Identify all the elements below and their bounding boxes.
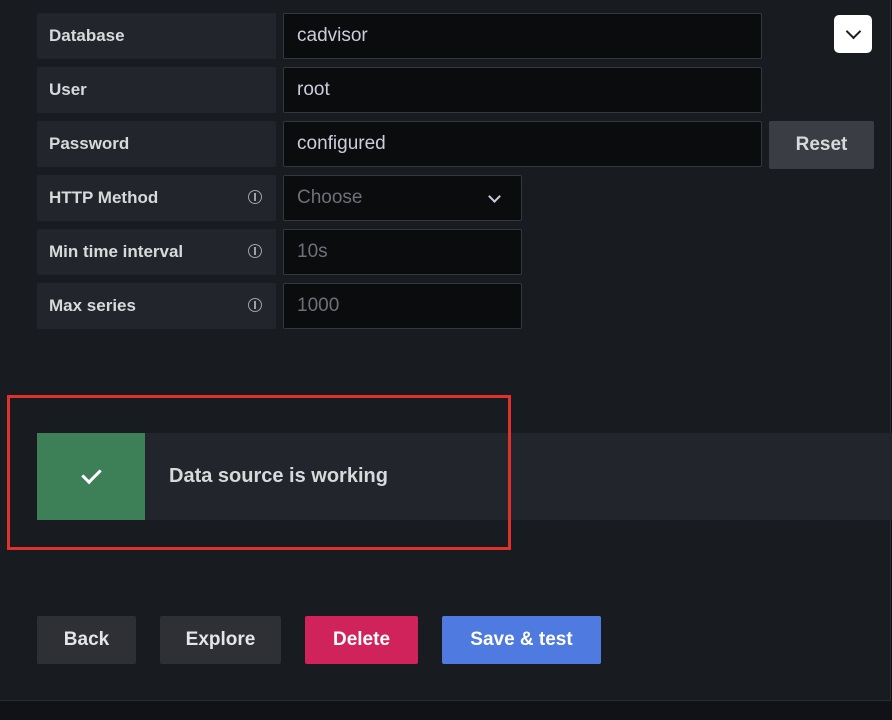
test-result-alert: Data source is working <box>37 433 892 520</box>
min-time-interval-input[interactable]: 10s <box>283 229 522 275</box>
database-label: Database <box>37 13 276 59</box>
max-series-label: Max series <box>37 283 276 329</box>
field-row-http-method: HTTP Method Choose <box>37 175 522 223</box>
alert-message: Data source is working <box>169 465 388 487</box>
delete-button[interactable]: Delete <box>305 616 418 664</box>
http-method-label-text: HTTP Method <box>49 188 159 207</box>
save-and-test-button[interactable]: Save & test <box>442 616 601 664</box>
password-input[interactable]: configured <box>283 121 762 167</box>
info-icon[interactable] <box>248 244 262 258</box>
alert-success-icon-box <box>37 433 145 520</box>
field-row-user: User root <box>37 67 762 115</box>
explore-button[interactable]: Explore <box>160 616 281 664</box>
page-bottom-strip <box>0 701 892 720</box>
max-series-label-text: Max series <box>49 296 136 315</box>
http-method-label: HTTP Method <box>37 175 276 221</box>
field-row-password: Password configured <box>37 121 762 169</box>
user-label: User <box>37 67 276 113</box>
max-series-input[interactable]: 1000 <box>283 283 522 329</box>
collapse-toggle-button[interactable] <box>834 15 872 53</box>
database-input[interactable]: cadvisor <box>283 13 762 59</box>
field-row-database: Database cadvisor <box>37 13 762 61</box>
password-label: Password <box>37 121 276 167</box>
http-method-select-placeholder: Choose <box>297 187 363 208</box>
info-icon[interactable] <box>248 298 262 312</box>
password-reset-button[interactable]: Reset <box>769 121 874 169</box>
field-row-max-series: Max series 1000 <box>37 283 522 331</box>
field-row-min-time-interval: Min time interval 10s <box>37 229 522 277</box>
check-icon <box>80 463 102 484</box>
chevron-down-icon <box>845 23 861 39</box>
min-time-interval-label: Min time interval <box>37 229 276 275</box>
http-method-select[interactable]: Choose <box>283 175 522 221</box>
user-input[interactable]: root <box>283 67 762 113</box>
back-button[interactable]: Back <box>37 616 136 664</box>
chevron-down-icon <box>488 189 501 203</box>
min-time-interval-label-text: Min time interval <box>49 242 184 261</box>
info-icon[interactable] <box>248 190 262 204</box>
